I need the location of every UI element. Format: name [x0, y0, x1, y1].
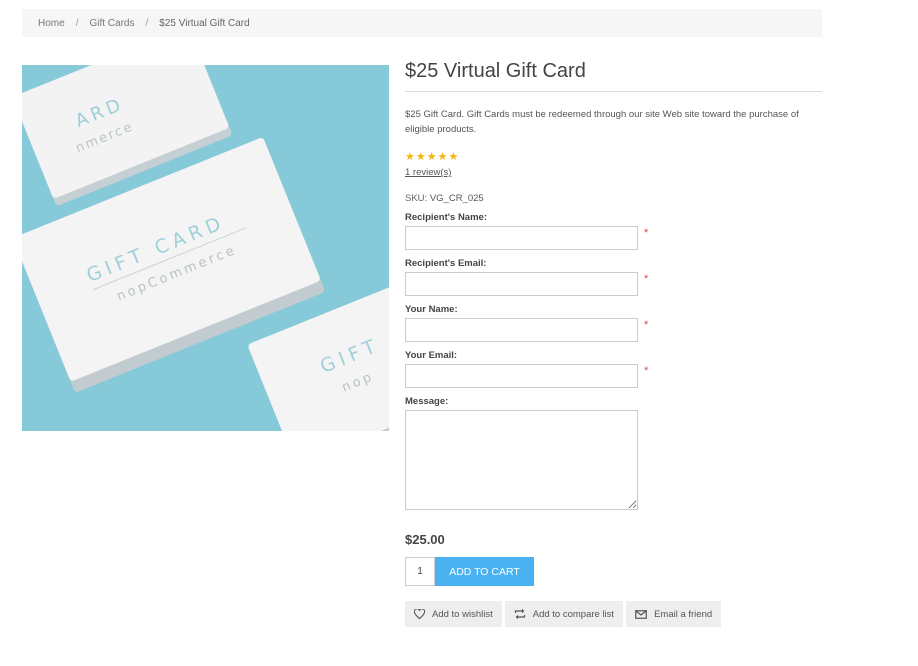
product-details: $25 Virtual Gift Card $25 Gift Card. Gif… — [405, 60, 822, 510]
add-to-compare-button[interactable]: Add to compare list — [504, 601, 624, 627]
heart-icon — [414, 609, 425, 619]
your-name-input[interactable] — [405, 318, 638, 342]
recipient-email-label: Recipient's Email: — [405, 258, 487, 269]
recipient-email-input[interactable] — [405, 272, 638, 296]
gift-card-illustration: ARD nmerce GIFT CARD nopCommerce GIFT no… — [22, 65, 389, 431]
sku: SKU: VG_CR_025 — [405, 193, 822, 204]
star-icon: ★ — [448, 151, 459, 163]
star-icon: ★ — [405, 151, 415, 163]
star-icon: ★ — [437, 151, 448, 163]
product-title: $25 Virtual Gift Card — [405, 60, 822, 92]
message-label: Message: — [405, 396, 449, 407]
recipient-name-label: Recipient's Name: — [405, 212, 487, 223]
quantity-input[interactable] — [405, 557, 435, 586]
recipient-name-input[interactable] — [405, 226, 638, 250]
required-marker: * — [644, 227, 649, 239]
product-actions: Add to wishlist Add to compare list Emai… — [405, 601, 722, 627]
compare-label: Add to compare list — [532, 608, 615, 620]
sku-value: VG_CR_025 — [429, 193, 484, 204]
breadcrumb-separator: / — [75, 17, 79, 29]
email-friend-button[interactable]: Email a friend — [626, 601, 722, 627]
star-icon: ★ — [426, 151, 437, 163]
breadcrumb-current: $25 Virtual Gift Card — [159, 17, 250, 29]
required-marker: * — [644, 365, 649, 377]
breadcrumb-separator: / — [145, 17, 149, 29]
compare-icon — [514, 609, 525, 619]
your-email-label: Your Email: — [405, 350, 458, 361]
breadcrumb-category-link[interactable]: Gift Cards — [89, 18, 134, 29]
breadcrumb: Home / Gift Cards / $25 Virtual Gift Car… — [22, 9, 822, 37]
star-icon: ★ — [415, 151, 426, 163]
required-marker: * — [644, 273, 649, 285]
message-textarea[interactable] — [405, 410, 638, 510]
reviews-link[interactable]: 1 review(s) — [405, 167, 822, 178]
add-to-wishlist-button[interactable]: Add to wishlist — [405, 601, 502, 627]
envelope-icon — [635, 609, 647, 619]
product-description: $25 Gift Card. Gift Cards must be redeem… — [405, 109, 799, 135]
breadcrumb-home-link[interactable]: Home — [38, 18, 65, 29]
your-email-input[interactable] — [405, 364, 638, 388]
email-friend-label: Email a friend — [654, 608, 713, 620]
add-to-cart-button[interactable]: ADD TO CART — [435, 557, 534, 586]
product-rating: ★ ★ ★ ★ ★ — [405, 152, 822, 163]
your-name-label: Your Name: — [405, 304, 458, 315]
add-to-cart-panel: ADD TO CART — [405, 557, 534, 586]
required-marker: * — [644, 319, 649, 331]
product-price: $25.00 — [405, 532, 445, 547]
sku-label: SKU: — [405, 193, 428, 204]
wishlist-label: Add to wishlist — [432, 608, 493, 620]
product-image[interactable]: ARD nmerce GIFT CARD nopCommerce GIFT no… — [22, 65, 389, 431]
